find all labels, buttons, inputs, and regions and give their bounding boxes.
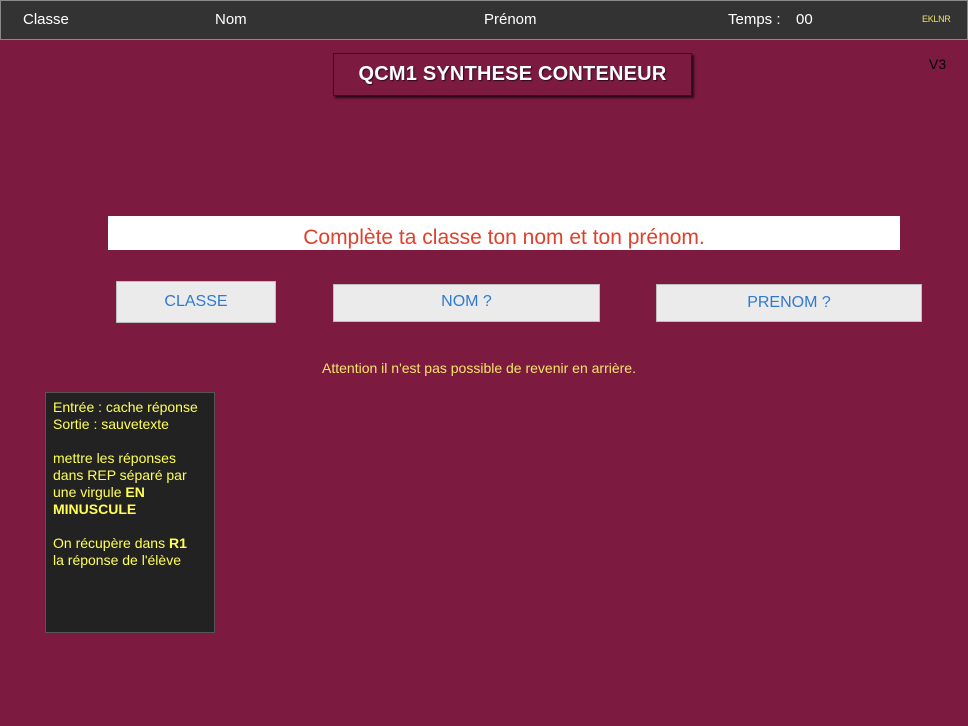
header-temps-value: 00 [796,11,813,28]
note-emphasis: EN [125,484,145,500]
note-line: une virgule EN [53,484,214,501]
note-emphasis: R1 [168,535,187,551]
header-prenom-label: Prénom [484,11,537,28]
note-text: On récupère dans [53,535,169,551]
note-text: une virgule [53,484,126,500]
note-line: Sortie : sauvetexte [53,416,169,432]
header-nom-label: Nom [215,11,247,28]
note-line: dans REP séparé par [53,467,187,483]
nom-button[interactable]: NOM ? [333,284,600,322]
warning-message: Attention il n'est pas possible de reven… [322,360,636,376]
note-line: mettre les réponses [53,450,176,466]
version-label: V3 [929,56,947,72]
note-line: Entrée : cache réponse [53,399,198,415]
developer-note-panel: Entrée : cache réponse Sortie : sauvetex… [45,392,215,633]
prompt-message: Complète ta classe ton nom et ton prénom… [108,216,900,250]
note-line: MINUSCULE [53,501,214,518]
classe-button[interactable]: CLASSE [116,281,276,323]
note-emphasis: MINUSCULE [53,501,137,517]
page-title: QCM1 SYNTHESE CONTENEUR [333,53,692,96]
note-line: On récupère dans R1 [53,535,214,552]
header-code: EKLNR [922,14,951,24]
header-temps-label: Temps : [728,11,781,28]
prenom-button[interactable]: PRENOM ? [656,284,922,322]
header-classe-label: Classe [23,11,69,28]
top-bar: Classe Nom Prénom Temps : 00 EKLNR [0,0,968,40]
note-line: la réponse de l'élève [53,552,181,568]
